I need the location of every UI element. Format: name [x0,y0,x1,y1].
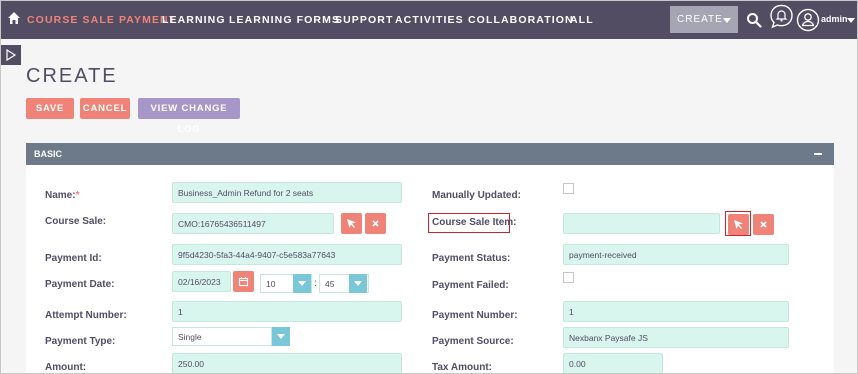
payment-type-value: Single [178,332,202,342]
chevron-down-icon[interactable] [272,327,290,346]
calendar-icon [238,277,249,287]
amount-label: Amount: [45,362,87,373]
clear-x-icon [760,221,767,228]
tax-amount-field[interactable]: 0.00 [563,353,663,373]
user-name[interactable]: admin [821,14,848,24]
top-nav: COURSE SALE PAYMENT LEARNING LEARNING FO… [1,1,857,39]
create-menu-button[interactable]: CREATE [670,6,738,33]
amount-field[interactable]: 250.00 [172,353,402,373]
view-change-log-button[interactable]: VIEW CHANGE LOG [138,98,240,135]
payment-source-label: Payment Source: [432,336,514,347]
nav-item-support[interactable]: SUPPORT [335,14,393,26]
payment-source-field[interactable]: Nexbanx Paysafe JS [563,327,789,348]
save-button[interactable]: SAVE [26,98,74,119]
tax-amount-label: Tax Amount: [432,362,492,373]
manually-updated-label: Manually Updated: [432,190,521,201]
hour-value: 10 [266,279,276,289]
sidebar-toggle-button[interactable] [1,45,21,65]
minute-value: 45 [325,279,335,289]
user-icon[interactable] [796,8,820,32]
payment-number-field[interactable]: 1 [563,301,789,322]
course-sale-item-select-button[interactable] [728,214,749,235]
name-label-text: Name: [45,190,76,201]
create-menu-label: CREATE [677,14,723,25]
chevron-down-icon[interactable] [293,274,311,293]
payment-id-label: Payment Id: [45,253,102,264]
chevron-down-icon[interactable] [349,274,367,293]
nav-item-learning-forms[interactable]: LEARNING FORMS [229,14,340,26]
course-sale-field[interactable]: CMO:16765436511497 [172,213,334,234]
cursor-select-icon [734,220,743,229]
minus-icon[interactable] [814,153,822,155]
search-icon[interactable] [746,12,762,28]
app-frame: COURSE SALE PAYMENT LEARNING LEARNING FO… [0,0,858,374]
nav-item-activities[interactable]: ACTIVITIES [395,14,464,26]
course-sale-label: Course Sale: [45,216,107,227]
course-sale-item-clear-button[interactable] [753,214,774,235]
panel-header-basic[interactable]: BASIC [26,143,834,165]
calendar-button[interactable] [233,271,254,292]
panel-title: BASIC [34,149,63,159]
sidebar-toggle-icon [6,49,17,61]
manually-updated-checkbox[interactable] [563,183,574,194]
required-mark: * [75,190,80,201]
attempt-number-label: Attempt Number: [45,310,127,321]
payment-date-field[interactable]: 02/16/2023 [172,271,231,292]
payment-id-field[interactable]: 9f5d4230-5fa3-44a4-9407-c5e583a77643 [172,244,402,265]
nav-item-all[interactable]: ALL [570,14,594,26]
page-title: CREATE [26,65,118,87]
payment-failed-checkbox[interactable] [563,272,574,283]
payment-status-label: Payment Status: [432,253,511,264]
payment-status-field[interactable]: payment-received [563,244,789,265]
nav-item-course-sale-payment[interactable]: COURSE SALE PAYMENT [27,14,176,26]
bell-icon[interactable] [769,4,794,29]
payment-date-label: Payment Date: [45,279,115,290]
course-sale-item-field[interactable] [563,213,720,234]
payment-type-label: Payment Type: [45,336,116,347]
course-sale-clear-button[interactable] [365,213,386,234]
course-sale-item-label: Course Sale Item: [432,217,517,228]
chevron-down-icon[interactable] [847,18,855,23]
attempt-number-field[interactable]: 1 [172,301,402,322]
payment-failed-label: Payment Failed: [432,280,509,291]
nav-item-learning[interactable]: LEARNING [162,14,226,26]
cursor-select-icon [347,219,356,228]
payment-type-select[interactable]: Single [172,327,272,346]
chevron-down-icon [723,18,731,23]
name-label: Name:* [45,190,79,201]
payment-number-label: Payment Number: [432,310,518,321]
course-sale-select-button[interactable] [341,213,362,234]
time-separator: : [314,278,317,289]
nav-item-collaboration[interactable]: COLLABORATION [468,14,574,26]
home-icon[interactable] [7,11,21,25]
name-field[interactable]: Business_Admin Refund for 2 seats [172,182,402,203]
cancel-button[interactable]: CANCEL [80,98,130,119]
clear-x-icon [372,220,379,227]
